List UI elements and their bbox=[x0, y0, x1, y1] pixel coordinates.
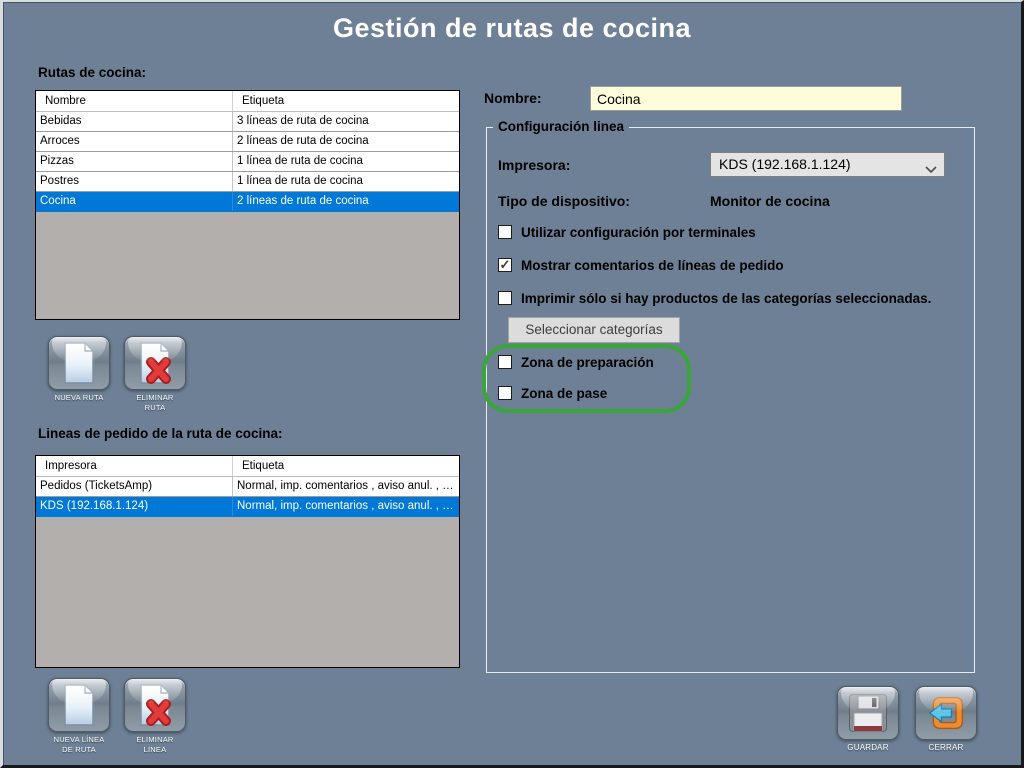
checkbox-box[interactable] bbox=[498, 355, 512, 369]
line-row[interactable]: KDS (192.168.1.124) Normal, imp. comentar… bbox=[36, 497, 459, 517]
exit-arrow-icon bbox=[915, 686, 977, 740]
chevron-down-icon bbox=[925, 161, 937, 177]
table-cell: 3 líneas de ruta de cocina bbox=[237, 115, 369, 127]
table-cell: Pizzas bbox=[36, 152, 233, 171]
save-button[interactable]: GUARDAR bbox=[835, 686, 901, 753]
table-cell: Bebidas bbox=[36, 112, 233, 131]
table-cell: Cocina bbox=[36, 192, 233, 211]
column-header-impresora[interactable]: Impresora bbox=[36, 456, 233, 476]
delete-page-icon bbox=[124, 336, 186, 390]
table-cell: 1 línea de ruta de cocina bbox=[237, 155, 363, 167]
table-cell: KDS (192.168.1.124) bbox=[36, 497, 233, 516]
route-row[interactable]: Pizzas 1 línea de ruta de cocina bbox=[36, 152, 459, 172]
table-cell: Normal, imp. comentarios , aviso anul. ,… bbox=[237, 500, 459, 512]
table-cell: 2 líneas de ruta de cocina bbox=[237, 135, 369, 147]
line-row[interactable]: Pedidos (TicketsAmp) Normal, imp. comenta… bbox=[36, 477, 459, 497]
checkbox-label: Utilizar configuración por terminales bbox=[521, 224, 756, 240]
table-cell: 2 líneas de ruta de cocina bbox=[237, 195, 369, 207]
impresora-dropdown-value: KDS (192.168.1.124) bbox=[719, 156, 851, 172]
checkbox-label: Zona de preparación bbox=[521, 354, 654, 370]
route-row[interactable]: Postres 1 línea de ruta de cocina bbox=[36, 172, 459, 192]
impresora-label: Impresora: bbox=[498, 157, 571, 173]
checkbox-label: Imprimir sólo si hay productos de las ca… bbox=[521, 290, 932, 306]
save-button-label: GUARDAR bbox=[847, 743, 889, 752]
table-cell: Normal, imp. comentarios , aviso anul. ,… bbox=[237, 480, 459, 492]
checkbox-mostrar-comentarios[interactable]: ✓ Mostrar comentarios de líneas de pedid… bbox=[498, 256, 784, 274]
delete-line-button-label: ELIMINAR LINEA bbox=[136, 735, 174, 754]
impresora-dropdown[interactable]: KDS (192.168.1.124) bbox=[710, 152, 945, 177]
delete-route-button-label: ELIMINAR RUTA bbox=[136, 393, 174, 412]
new-route-button-label: NUEVA RUTA bbox=[54, 393, 104, 402]
route-row[interactable]: Cocina 2 líneas de ruta de cocina bbox=[36, 192, 459, 212]
floppy-disk-icon bbox=[837, 686, 899, 740]
new-line-button-label: NUEVA LÍNEA DE RUTA bbox=[53, 735, 105, 754]
tipo-dispositivo-value: Monitor de cocina bbox=[710, 193, 830, 209]
checkbox-box[interactable]: ✓ bbox=[498, 258, 512, 272]
column-header-nombre[interactable]: Nombre bbox=[36, 91, 233, 111]
checkbox-box[interactable] bbox=[498, 291, 512, 305]
route-row[interactable]: Arroces 2 líneas de ruta de cocina bbox=[36, 132, 459, 152]
checkbox-imprimir-solo[interactable]: Imprimir sólo si hay productos de las ca… bbox=[498, 289, 931, 307]
delete-page-icon bbox=[124, 678, 186, 732]
routes-section-label: Rutas de cocina: bbox=[38, 65, 147, 80]
lines-section-label: Lineas de pedido de la ruta de cocina: bbox=[38, 426, 283, 441]
new-line-button[interactable]: NUEVA LÍNEA DE RUTA bbox=[46, 678, 112, 755]
nombre-label: Nombre: bbox=[484, 90, 542, 106]
checkbox-label: Mostrar comentarios de líneas de pedido bbox=[521, 257, 784, 273]
close-button[interactable]: CERRAR bbox=[913, 686, 979, 753]
page-title: Gestión de rutas de cocina bbox=[332, 13, 692, 43]
checkbox-label: Zona de pase bbox=[521, 385, 608, 401]
table-cell: Postres bbox=[36, 172, 233, 191]
route-row[interactable]: Bebidas 3 líneas de ruta de cocina bbox=[36, 112, 459, 132]
close-button-label: CERRAR bbox=[928, 743, 964, 752]
checkbox-utilizar-configuracion[interactable]: Utilizar configuración por terminales bbox=[498, 223, 756, 241]
lines-table: Impresora Etiqueta Pedidos (TicketsAmp) N… bbox=[35, 455, 460, 668]
new-route-button[interactable]: NUEVA RUTA bbox=[46, 336, 112, 403]
new-page-icon bbox=[48, 678, 110, 732]
lines-table-header: Impresora Etiqueta bbox=[36, 456, 459, 477]
delete-line-button[interactable]: ELIMINAR LINEA bbox=[122, 678, 188, 755]
select-categories-button[interactable]: Seleccionar categorías bbox=[508, 317, 680, 343]
checkbox-box[interactable] bbox=[498, 225, 512, 239]
checkbox-box[interactable] bbox=[498, 386, 512, 400]
delete-route-button[interactable]: ELIMINAR RUTA bbox=[122, 336, 188, 413]
checkbox-zona-preparacion[interactable]: Zona de preparación bbox=[498, 353, 654, 371]
column-header-etiqueta[interactable]: Etiqueta bbox=[233, 91, 459, 111]
table-cell: Arroces bbox=[36, 132, 233, 151]
tipo-dispositivo-label: Tipo de dispositivo: bbox=[498, 193, 630, 209]
table-cell: 1 línea de ruta de cocina bbox=[237, 175, 363, 187]
routes-table-header: Nombre Etiqueta bbox=[36, 91, 459, 112]
routes-table: Nombre Etiqueta Bebidas 3 líneas de ruta … bbox=[35, 90, 460, 320]
groupbox-title: Configuración linea bbox=[493, 119, 630, 134]
nombre-input[interactable] bbox=[590, 86, 902, 111]
table-cell: Pedidos (TicketsAmp) bbox=[36, 477, 233, 496]
new-page-icon bbox=[48, 336, 110, 390]
column-header-etiqueta[interactable]: Etiqueta bbox=[233, 456, 459, 476]
checkbox-zona-pase[interactable]: Zona de pase bbox=[498, 384, 607, 402]
